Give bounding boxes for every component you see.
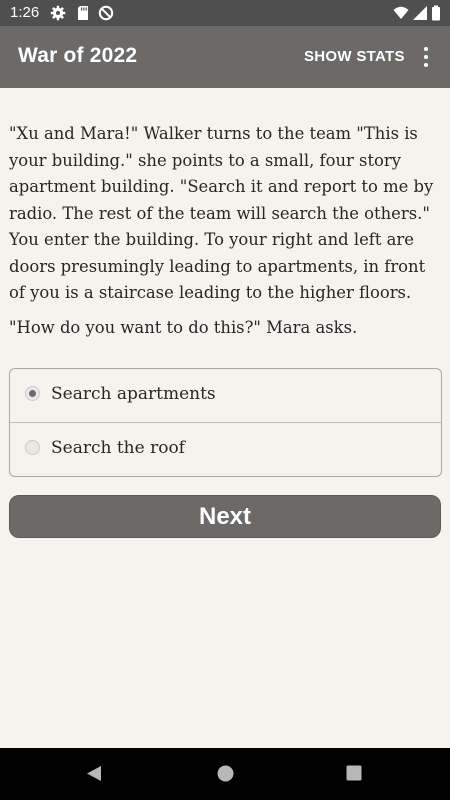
- status-bar: 1:26: [0, 0, 450, 26]
- choice-label: Search the roof: [51, 438, 185, 458]
- recents-icon[interactable]: [346, 765, 362, 781]
- sd-card-icon: [78, 6, 88, 20]
- choice-search-apartments[interactable]: Search apartments: [10, 369, 441, 422]
- wifi-icon: [393, 6, 409, 19]
- app-bar: War of 2022 SHOW STATS: [0, 26, 450, 88]
- app-title: War of 2022: [18, 44, 138, 67]
- choice-label: Search apartments: [51, 384, 216, 404]
- show-stats-button[interactable]: SHOW STATS: [304, 48, 405, 65]
- story-paragraph: "Xu and Mara!" Walker turns to the team …: [9, 124, 434, 302]
- signal-icon: [413, 6, 427, 20]
- settings-icon: [50, 5, 66, 21]
- battery-icon: [432, 5, 440, 21]
- more-vert-icon[interactable]: [418, 45, 434, 69]
- next-button[interactable]: Next: [9, 495, 441, 538]
- choice-group: Search apartments Search the roof: [9, 368, 442, 477]
- status-time: 1:26: [10, 4, 40, 21]
- radio-button-unchecked[interactable]: [25, 440, 40, 455]
- home-icon[interactable]: [217, 765, 234, 782]
- story-text: "Xu and Mara!" Walker turns to the team …: [9, 121, 441, 341]
- do-not-disturb-icon: [98, 5, 114, 21]
- story-question: "How do you want to do this?" Mara asks.: [9, 317, 358, 337]
- choice-search-roof[interactable]: Search the roof: [10, 422, 441, 476]
- radio-button-checked[interactable]: [25, 386, 40, 401]
- navigation-bar: [0, 748, 450, 800]
- back-icon[interactable]: [86, 765, 102, 782]
